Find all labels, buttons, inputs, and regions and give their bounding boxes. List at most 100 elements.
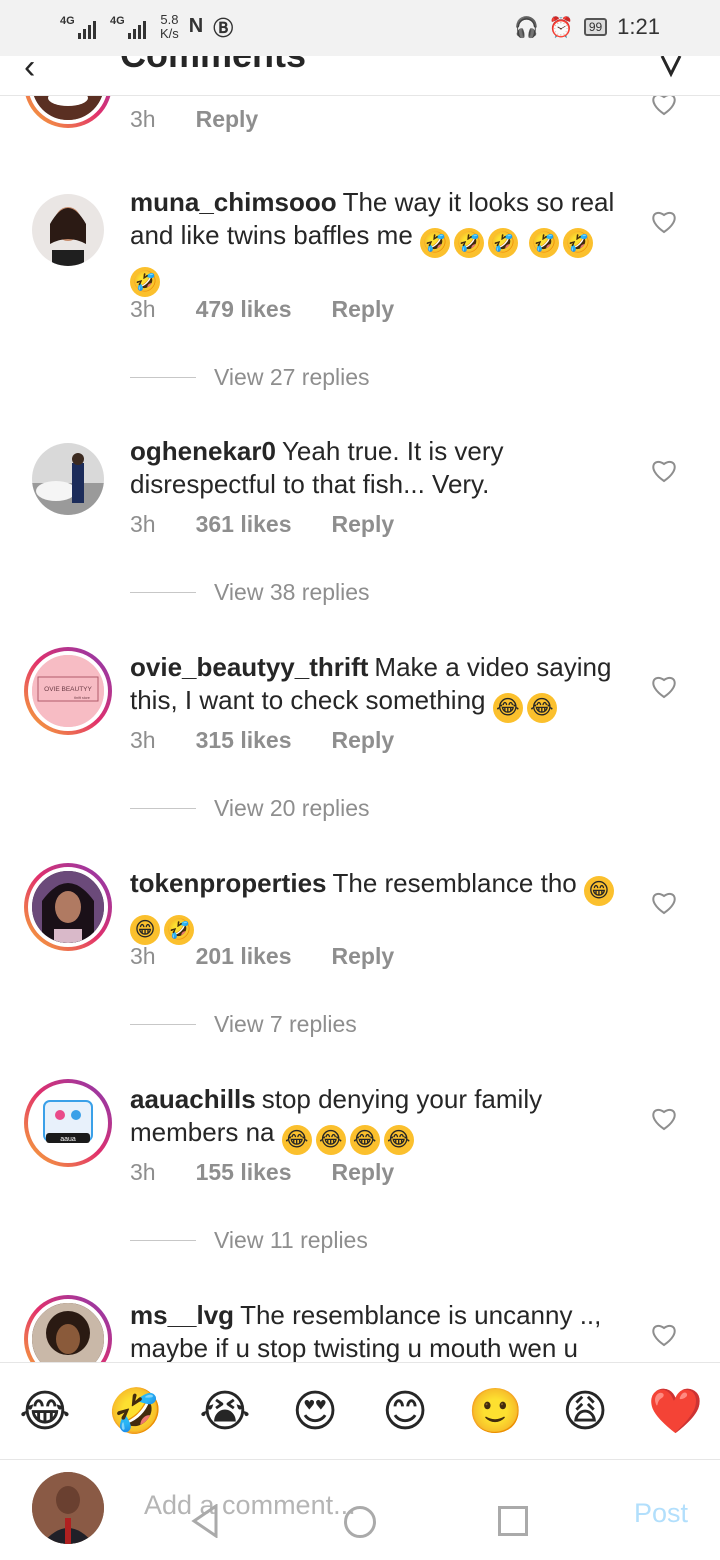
send-icon[interactable] bbox=[658, 56, 684, 86]
comment-text: muna_chimsooo The way it looks so real an… bbox=[130, 186, 630, 297]
comment-username[interactable]: oghenekar0 bbox=[130, 436, 276, 466]
view-replies-button[interactable]: View 27 replies bbox=[130, 364, 370, 391]
like-heart-icon[interactable] bbox=[650, 673, 678, 699]
view-replies-button[interactable]: View 11 replies bbox=[130, 1227, 368, 1254]
avatar-image bbox=[32, 1303, 104, 1362]
reply-button[interactable]: Reply bbox=[332, 1159, 395, 1186]
nav-back-icon[interactable] bbox=[190, 1504, 220, 1538]
slight-smile-emoji-button[interactable]: 🙂 bbox=[468, 1385, 523, 1439]
comment-time: 3h bbox=[130, 1159, 156, 1185]
weary-emoji-button[interactable]: 😩 bbox=[558, 1385, 612, 1439]
rofl-emoji-icon: 🤣 bbox=[454, 228, 485, 258]
likes-count[interactable]: 361 likes bbox=[196, 511, 292, 538]
heart-eyes-emoji-button[interactable]: 😍 bbox=[288, 1385, 342, 1439]
comment-username[interactable]: ms__lvg bbox=[130, 1300, 234, 1330]
nav-home-icon[interactable] bbox=[344, 1506, 376, 1538]
rofl-emoji-icon: 🤣 bbox=[164, 915, 194, 945]
comment-text: ovie_beautyy_thrift Make a video saying t… bbox=[130, 651, 630, 723]
avatar[interactable]: OVIE BEAUTYY thrift store bbox=[24, 647, 112, 735]
avatar[interactable] bbox=[24, 435, 112, 523]
likes-count[interactable]: 479 likes bbox=[196, 296, 292, 323]
like-heart-icon[interactable] bbox=[650, 1105, 678, 1131]
like-heart-icon[interactable] bbox=[650, 889, 678, 915]
avatar[interactable]: aaua bbox=[24, 1079, 112, 1167]
comment-time: 3h bbox=[130, 511, 156, 537]
comment-username[interactable]: ovie_beautyy_thrift bbox=[130, 652, 368, 682]
blush-emoji-button[interactable]: 😊 bbox=[378, 1385, 432, 1439]
divider bbox=[130, 808, 196, 809]
view-replies-label: View 38 replies bbox=[214, 579, 370, 605]
avatar-image bbox=[32, 96, 104, 120]
joy-emoji-icon: 😂 bbox=[281, 1125, 312, 1155]
view-replies-label: View 7 replies bbox=[214, 1011, 357, 1037]
avatar-image bbox=[32, 1472, 104, 1544]
comment-item: 3h Reply bbox=[0, 96, 720, 150]
joy-emoji-icon: 😂 bbox=[526, 693, 557, 723]
bitcoin-icon: Ⓑ bbox=[213, 18, 234, 40]
likes-count[interactable]: 201 likes bbox=[196, 943, 292, 970]
page-title: Comments bbox=[120, 56, 306, 76]
joy-emoji-button[interactable]: 😂 bbox=[18, 1385, 72, 1439]
joy-emoji-icon: 😂 bbox=[383, 1125, 414, 1155]
network-type-label: 4G bbox=[110, 14, 125, 27]
comment-meta: 3h 201 likes Reply bbox=[130, 943, 394, 970]
like-heart-icon[interactable] bbox=[650, 96, 678, 116]
divider bbox=[130, 592, 196, 593]
reply-button[interactable]: Reply bbox=[332, 943, 395, 970]
reply-button[interactable]: Reply bbox=[196, 106, 259, 133]
divider bbox=[130, 1240, 196, 1241]
avatar[interactable] bbox=[24, 863, 112, 951]
like-heart-icon[interactable] bbox=[650, 208, 678, 234]
view-replies-button[interactable]: View 7 replies bbox=[130, 1011, 357, 1038]
post-button[interactable]: Post bbox=[634, 1498, 688, 1529]
back-arrow-icon[interactable]: ‹ bbox=[24, 56, 35, 87]
avatar[interactable] bbox=[24, 1295, 112, 1362]
comment-meta: 3h 479 likes Reply bbox=[130, 296, 394, 323]
likes-count[interactable]: 155 likes bbox=[196, 1159, 292, 1186]
view-replies-button[interactable]: View 38 replies bbox=[130, 579, 370, 606]
avatar[interactable] bbox=[24, 186, 112, 274]
view-replies-label: View 20 replies bbox=[214, 795, 370, 821]
avatar-image: aaua bbox=[32, 1087, 104, 1159]
comment-text: ms__lvg The resemblance is uncanny .., ma… bbox=[130, 1299, 630, 1362]
comment-meta: 3h 155 likes Reply bbox=[130, 1159, 394, 1186]
view-replies-button[interactable]: View 20 replies bbox=[130, 795, 370, 822]
signal-icon: 4G bbox=[110, 13, 150, 41]
rofl-emoji-icon: 🤣 bbox=[420, 228, 451, 258]
rofl-emoji-icon: 🤣 bbox=[529, 228, 560, 258]
comment-time: 3h bbox=[130, 296, 156, 322]
sob-emoji-button[interactable]: 😭 bbox=[198, 1385, 252, 1439]
joy-emoji-icon: 😂 bbox=[349, 1125, 380, 1155]
like-heart-icon[interactable] bbox=[650, 457, 678, 483]
avatar-image: OVIE BEAUTYY thrift store bbox=[32, 655, 104, 727]
reply-button[interactable]: Reply bbox=[332, 727, 395, 754]
rofl-emoji-icon: 🤣 bbox=[130, 267, 160, 297]
grin-emoji-icon: 😁 bbox=[583, 876, 614, 906]
view-replies-label: View 11 replies bbox=[214, 1227, 368, 1253]
comment-username[interactable]: tokenproperties bbox=[130, 868, 327, 898]
network-speed-unit: K/s bbox=[160, 25, 179, 41]
status-right: 🎧 ⏰ 99 1:21 bbox=[514, 14, 660, 40]
like-heart-icon[interactable] bbox=[650, 1321, 678, 1347]
likes-count[interactable]: 315 likes bbox=[196, 727, 292, 754]
rofl-emoji-icon: 🤣 bbox=[563, 228, 594, 258]
comment-body: The resemblance tho bbox=[332, 868, 577, 898]
reply-button[interactable]: Reply bbox=[332, 296, 395, 323]
avatar[interactable] bbox=[24, 96, 112, 128]
comment-username[interactable]: muna_chimsooo bbox=[130, 187, 337, 217]
avatar-image bbox=[32, 871, 104, 943]
reply-button[interactable]: Reply bbox=[332, 511, 395, 538]
status-left: 4G 4G 5.8 K/s N Ⓑ bbox=[60, 12, 233, 41]
avatar-brand-subtext: thrift store bbox=[74, 696, 90, 700]
avatar bbox=[32, 1472, 104, 1544]
nav-recents-icon[interactable] bbox=[498, 1506, 528, 1536]
rofl-emoji-button[interactable]: 🤣 bbox=[108, 1385, 163, 1439]
comments-list[interactable]: 3h Reply muna_chimsooo The way it looks s… bbox=[0, 96, 720, 1362]
avatar-brand-text: aaua bbox=[60, 1136, 76, 1143]
comment-username[interactable]: aauachills bbox=[130, 1084, 256, 1114]
red-heart-emoji-button[interactable]: ❤️ bbox=[648, 1385, 703, 1439]
comment-meta: 3h 361 likes Reply bbox=[130, 511, 394, 538]
comment-time: 3h bbox=[130, 943, 156, 969]
comment-meta: 3h Reply bbox=[130, 106, 258, 133]
network-speed-value: 5.8 bbox=[160, 11, 179, 27]
